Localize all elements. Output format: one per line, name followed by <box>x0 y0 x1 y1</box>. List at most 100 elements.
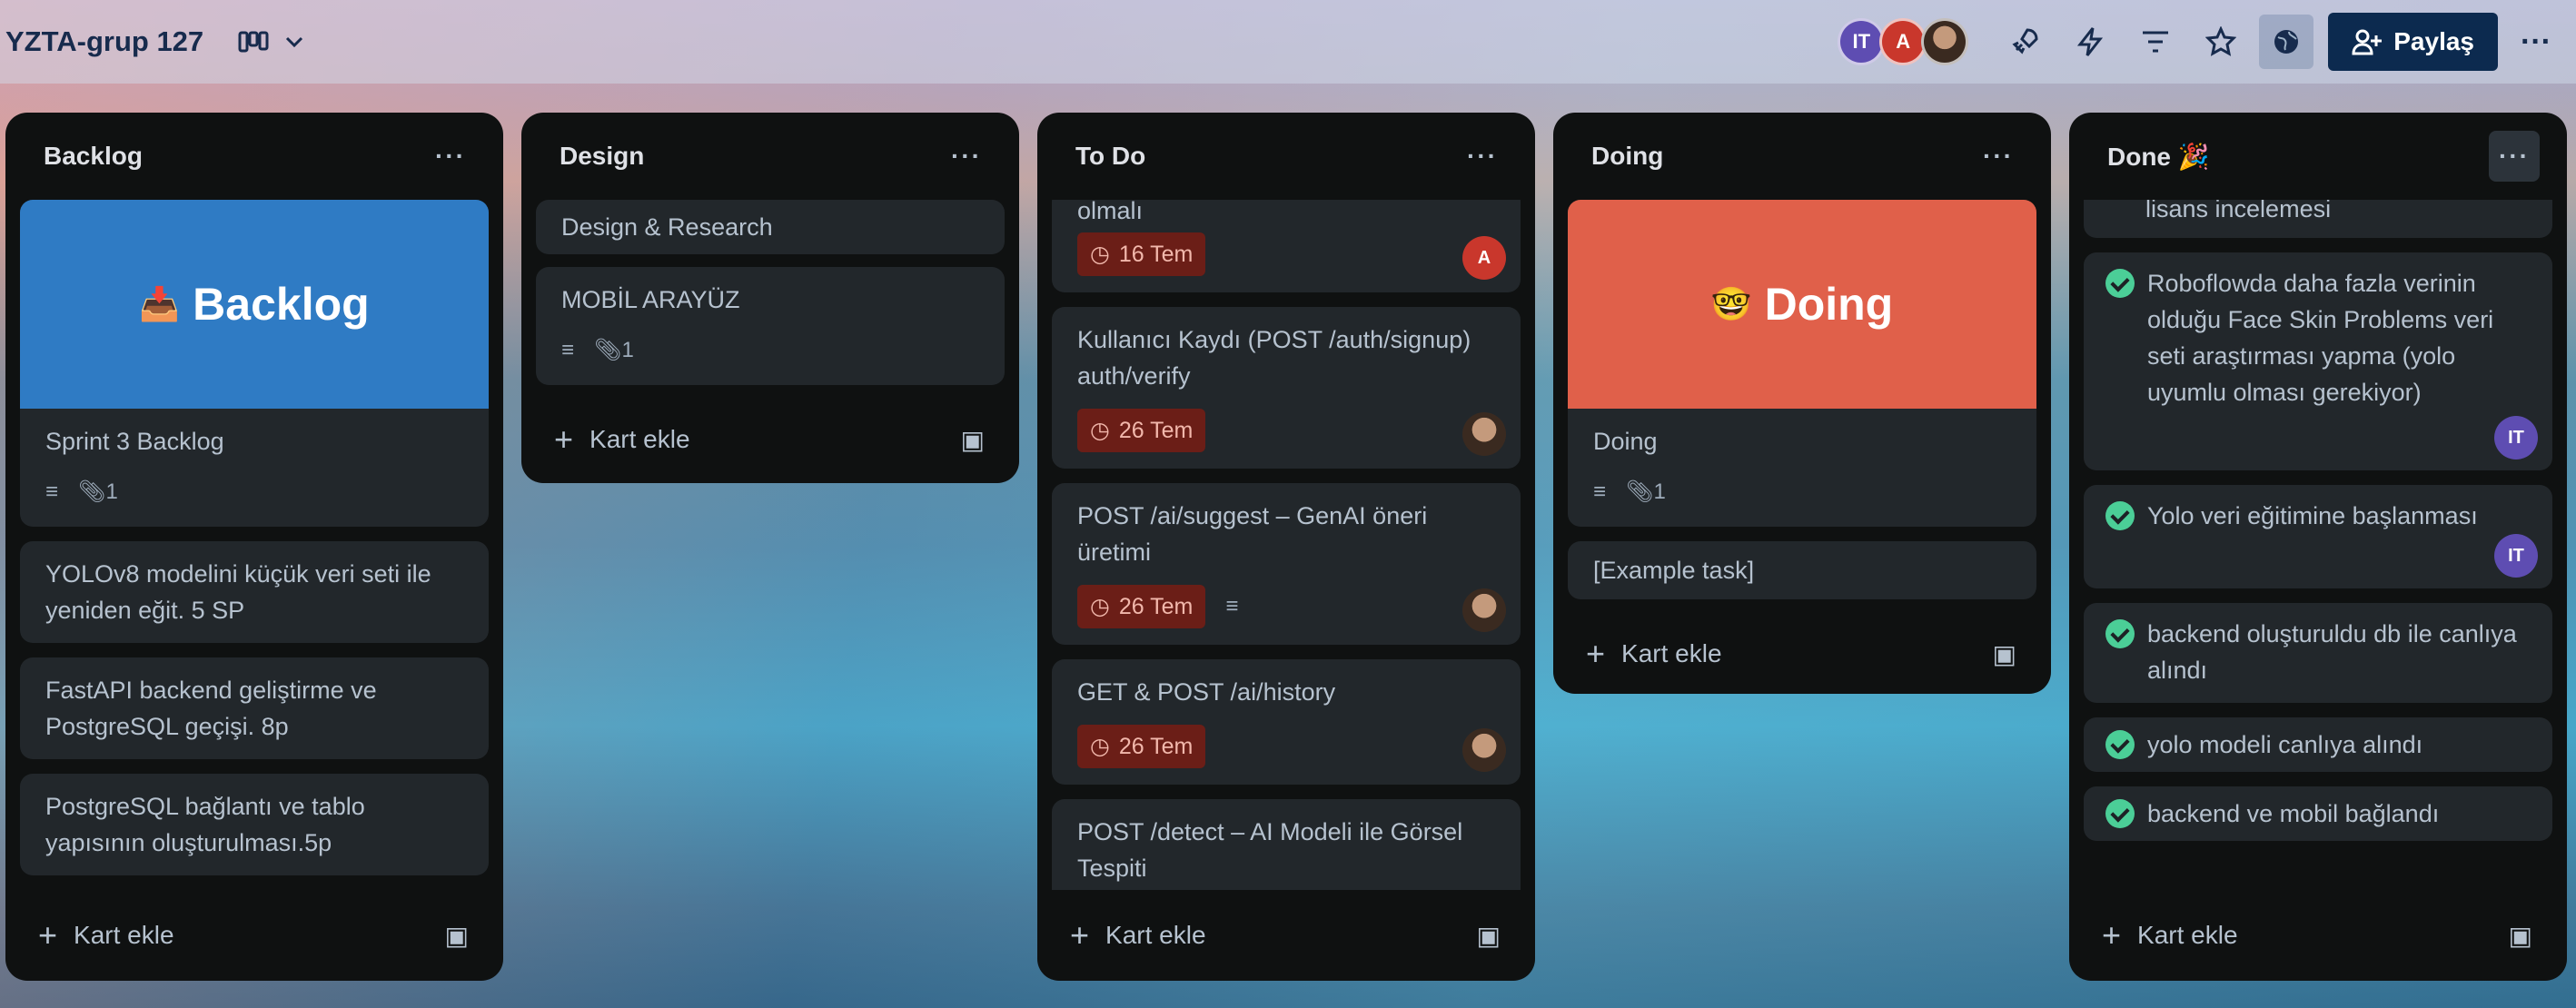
board-view-icon <box>238 31 269 53</box>
card[interactable]: backend ve mobil bağlandı <box>2084 786 2552 841</box>
more-menu-icon[interactable]: ··· <box>2509 15 2563 69</box>
card-title: PostgreSQL bağlantı ve tablo yapısının o… <box>45 793 365 856</box>
template-icon[interactable]: ▣ <box>1477 921 1501 951</box>
add-card-label: Kart ekle <box>1621 639 1722 667</box>
card-title: Kullanıcı Kaydı (POST /auth/signup) auth… <box>1077 326 1471 390</box>
card[interactable]: olmalı ◷ 16 Tem A <box>1052 200 1521 292</box>
cover-label: Backlog <box>193 279 370 330</box>
template-icon[interactable]: ▣ <box>445 921 469 951</box>
list-backlog: Backlog ··· 📥 Backlog Sprint 3 Backlog ≡… <box>5 113 503 981</box>
list-menu-icon[interactable]: ··· <box>425 131 476 182</box>
card-title: Sprint 3 Backlog <box>45 428 224 455</box>
add-card-label: Kart ekle <box>2137 921 2238 949</box>
attachment-icon: 📎︎1 <box>594 338 634 362</box>
card-title: olmalı <box>1077 200 1144 224</box>
cover-label: Doing <box>1764 279 1894 330</box>
list-title[interactable]: Backlog <box>44 142 143 171</box>
checkmark-icon <box>2105 501 2135 530</box>
card-cover: 🤓 Doing <box>1568 200 2036 409</box>
card[interactable]: GET & POST /ai/history ◷ 26 Tem <box>1052 659 1521 785</box>
member-avatar[interactable] <box>1462 728 1506 772</box>
card[interactable]: POST /ai/suggest – GenAI öneri üretimi ◷… <box>1052 483 1521 645</box>
card-badges: ≡ 📎︎1 <box>20 474 489 527</box>
plus-icon: + <box>1586 635 1606 672</box>
member-avatar[interactable] <box>1462 588 1506 632</box>
star-icon[interactable] <box>2194 15 2248 69</box>
add-card-button[interactable]: + Kart ekle <box>1586 635 1722 673</box>
card[interactable]: 🤓 Doing Doing ≡ 📎︎1 <box>1568 200 2036 527</box>
card[interactable]: yolo modeli canlıya alındı <box>2084 717 2552 772</box>
list-menu-icon[interactable]: ··· <box>1973 131 2024 182</box>
card-title: Roboflowda daha fazla verinin olduğu Fac… <box>2147 270 2494 406</box>
attachment-icon: 📎︎1 <box>1626 479 1666 504</box>
attachment-count: 1 <box>105 479 118 504</box>
list-title[interactable]: Doing <box>1591 142 1663 171</box>
card[interactable]: Roboflowda daha fazla verinin olduğu Fac… <box>2084 252 2552 470</box>
card[interactable]: FastAPI backend geliştirme ve PostgreSQL… <box>20 657 489 759</box>
member-avatar[interactable]: IT <box>2494 416 2538 460</box>
card[interactable]: backend oluşturuldu db ile canlıya alınd… <box>2084 603 2552 703</box>
due-date-badge[interactable]: ◷ 26 Tem <box>1077 725 1206 768</box>
card-badges: ◷ 26 Tem <box>1052 725 1521 785</box>
template-icon[interactable]: ▣ <box>1993 639 2016 669</box>
list-title[interactable]: To Do <box>1075 142 1145 171</box>
share-label: Paylaş <box>2393 27 2474 55</box>
board-title[interactable]: YZTA-grup 127 <box>5 25 203 58</box>
due-date-badge[interactable]: ◷ 16 Tem <box>1077 232 1206 276</box>
card-title: MOBİL ARAYÜZ <box>561 286 740 313</box>
card-list: lisans incelemesi Roboflowda daha fazla … <box>2084 200 2552 890</box>
card[interactable]: Kullanıcı Kaydı (POST /auth/signup) auth… <box>1052 307 1521 469</box>
card-title: Doing <box>1593 428 1658 455</box>
list-design: Design ··· Design & Research MOBİL ARAYÜ… <box>521 113 1019 483</box>
add-card-button[interactable]: + Kart ekle <box>38 916 174 954</box>
clock-icon: ◷ <box>1090 734 1110 759</box>
avatar[interactable] <box>1921 18 1969 65</box>
card[interactable]: Yolo veri eğitimine başlanması IT <box>2084 485 2552 588</box>
card-list: Design & Research MOBİL ARAYÜZ ≡ 📎︎1 <box>536 200 1005 400</box>
card[interactable]: [Example task] <box>1568 541 2036 599</box>
template-icon[interactable]: ▣ <box>961 425 985 455</box>
avatar[interactable]: A <box>1879 18 1927 65</box>
list-menu-icon[interactable]: ··· <box>1457 131 1508 182</box>
card[interactable]: MOBİL ARAYÜZ ≡ 📎︎1 <box>536 267 1005 385</box>
list-title[interactable]: Design <box>560 142 644 171</box>
automation-icon[interactable] <box>2063 15 2117 69</box>
chevron-down-icon <box>286 36 303 48</box>
card[interactable]: 📥 Backlog Sprint 3 Backlog ≡ 📎︎1 <box>20 200 489 527</box>
list-menu-icon[interactable]: ··· <box>941 131 992 182</box>
add-card-row: + Kart ekle ▣ <box>536 400 1005 479</box>
list-title[interactable]: Done 🎉 <box>2107 142 2210 172</box>
member-avatars: IT A <box>1838 18 1969 65</box>
avatar[interactable]: IT <box>1838 18 1886 65</box>
card[interactable]: YOLOv8 modelini küçük veri seti ile yeni… <box>20 541 489 643</box>
card-list: olmalı ◷ 16 Tem A Kullanıcı Kaydı (POST /… <box>1052 200 1521 890</box>
list-menu-icon[interactable]: ··· <box>2489 131 2540 182</box>
card-title: FastAPI backend geliştirme ve PostgreSQL… <box>45 677 377 740</box>
due-date-badge[interactable]: ◷ 26 Tem <box>1077 585 1206 628</box>
member-avatar[interactable]: A <box>1462 236 1506 280</box>
card-badges: ≡ 📎︎1 <box>1568 474 2036 527</box>
add-card-button[interactable]: + Kart ekle <box>1070 916 1206 954</box>
card[interactable]: POST /detect – AI Modeli ile Görsel Tesp… <box>1052 799 1521 890</box>
power-ups-icon[interactable] <box>1997 15 2052 69</box>
card[interactable]: PostgreSQL bağlantı ve tablo yapısının o… <box>20 774 489 875</box>
due-date-badge[interactable]: ◷ 26 Tem <box>1077 409 1206 452</box>
add-card-button[interactable]: + Kart ekle <box>2102 916 2238 954</box>
card[interactable]: lisans incelemesi <box>2084 200 2552 238</box>
list-header: Backlog ··· <box>20 113 489 200</box>
card-title: POST /ai/suggest – GenAI öneri üretimi <box>1077 502 1428 566</box>
board-view-switcher[interactable] <box>238 29 305 54</box>
member-avatar[interactable]: IT <box>2494 534 2538 578</box>
visibility-icon[interactable] <box>2259 15 2314 69</box>
card[interactable]: Design & Research <box>536 200 1005 254</box>
plus-icon: + <box>554 420 574 458</box>
add-card-button[interactable]: + Kart ekle <box>554 420 690 459</box>
checkmark-icon <box>2105 619 2135 648</box>
filter-icon[interactable] <box>2128 15 2183 69</box>
attachment-icon: 📎︎1 <box>78 479 118 504</box>
clock-icon: ◷ <box>1090 594 1110 619</box>
template-icon[interactable]: ▣ <box>2509 921 2532 951</box>
list-header: Design ··· <box>536 113 1005 200</box>
share-button[interactable]: Paylaş <box>2328 13 2498 71</box>
member-avatar[interactable] <box>1462 412 1506 456</box>
